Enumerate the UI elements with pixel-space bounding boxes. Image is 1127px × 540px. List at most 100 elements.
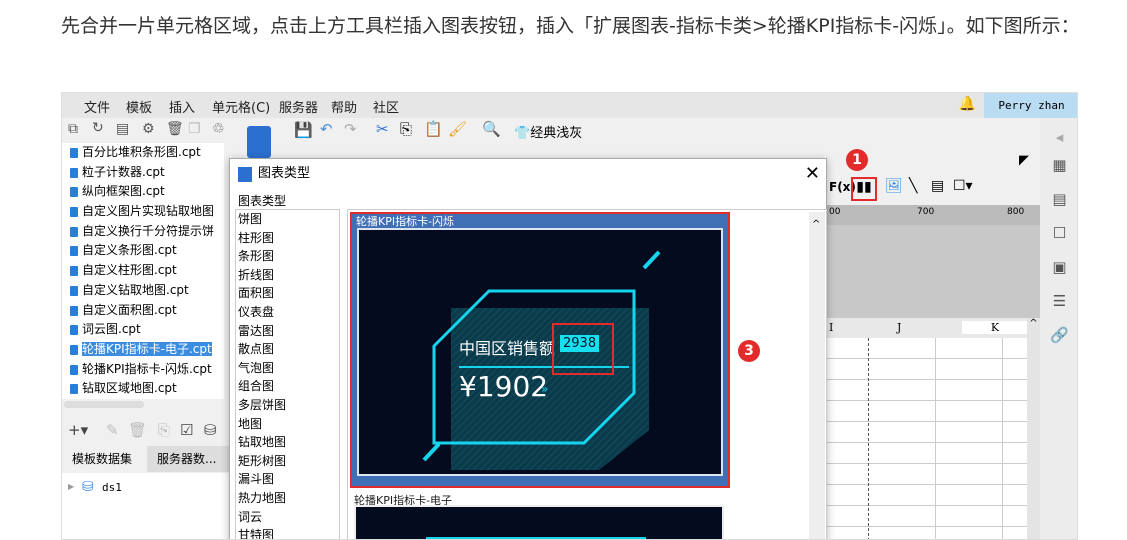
paste-icon[interactable]: 📋 [424,120,443,138]
column-label[interactable]: I [829,321,833,334]
insert-chart-button[interactable]: ▮▮ [851,177,877,201]
theme-button[interactable]: 👕经典浅灰 [514,122,582,141]
chart-type-item[interactable]: 矩形树图 [236,452,339,471]
chart-type-item[interactable]: 多层饼图 [236,396,339,415]
file-item[interactable]: 粒子计数器.cpt [62,163,224,183]
file-item[interactable]: 轮播KPI指标卡-闪烁.cpt [62,360,224,380]
user-name[interactable]: Perry zhan [984,93,1077,118]
file-item[interactable]: 自定义柱形图.cpt [62,261,224,281]
menu-insert[interactable]: 插入 [169,97,195,116]
edit-icon[interactable]: ✎ [106,421,119,439]
close-icon[interactable]: ✕ [805,159,820,189]
card-caption: 轮播KPI指标卡-闪烁 [356,215,455,228]
chart-type-item[interactable]: 雷达图 [236,322,339,341]
menu-help[interactable]: 帮助 [331,97,357,116]
menu-cell[interactable]: 单元格(C) [212,97,270,116]
format-brush-icon[interactable]: 🖌 [448,120,467,138]
expand-arrow-icon[interactable]: ▶ [68,482,74,491]
chart-type-item[interactable]: 气泡图 [236,359,339,378]
copy-icon[interactable]: ⎘ [400,120,412,138]
chart-type-item[interactable]: 面积图 [236,284,339,303]
edit-dataset-icon[interactable]: ☑ [180,421,193,439]
file-item[interactable]: 自定义面积图.cpt [62,301,224,321]
dataset-item[interactable]: ds1 [102,481,122,494]
chart-type-item[interactable]: 仪表盘 [236,303,339,322]
image-icon[interactable]: 🖼 [885,178,903,194]
file-icon [70,305,78,316]
preview-scrollbar[interactable]: ^ [809,212,825,539]
chart-type-item[interactable]: 条形图 [236,247,339,266]
file-item[interactable]: 自定义钻取地图.cpt [62,281,224,301]
cell-attr-icon[interactable]: ▦ [1040,156,1077,174]
template-preview-icon[interactable] [247,126,271,158]
main-toolbar: 💾 ↶ ↷ ✂ ⎘ 📋 🖌 🔍 👕经典浅灰 [232,118,1040,146]
chart-type-item[interactable]: 漏斗图 [236,470,339,489]
file-item[interactable]: 自定义换行千分符提示饼 [62,222,224,242]
file-icon [70,167,78,178]
chart-card[interactable] [354,505,724,539]
file-item[interactable]: 百分比堆积条形图.cpt [62,143,224,163]
chart-type-item[interactable]: 散点图 [236,340,339,359]
chart-type-item[interactable]: 组合图 [236,377,339,396]
menu-server[interactable]: 服务器 [279,97,318,116]
refresh-icon[interactable]: ↻ [92,120,104,136]
subreport-icon[interactable]: ▤ [931,178,944,194]
collapse-left-icon[interactable]: ◂ [1040,128,1077,146]
column-header: I J K [827,318,1028,338]
settings-icon[interactable]: ⚙ [142,121,155,137]
chart-type-item[interactable]: 折线图 [236,266,339,285]
undo-icon[interactable]: ↶ [320,120,333,138]
dropdown-box-icon[interactable]: ▣ [1040,258,1077,276]
file-item[interactable]: 自定义图片实现钻取地图 [62,202,224,222]
add-dataset-icon[interactable]: +▾ [68,421,88,439]
horizontal-scrollbar[interactable] [64,401,144,408]
border-dropdown-icon[interactable]: ☐▾ [953,178,973,194]
tab-template-dataset[interactable]: 模板数据集 [62,446,147,472]
cell-rows[interactable] [827,338,1027,539]
menu-file[interactable]: 文件 [84,97,110,116]
redo-icon[interactable]: ↷ [344,120,357,138]
chart-type-item[interactable]: 地图 [236,415,339,434]
link-icon[interactable]: 🔗 [1040,326,1077,344]
text-search-icon[interactable]: 🔍 [482,120,501,138]
chart-type-item[interactable]: 热力地图 [236,489,339,508]
delete-icon[interactable]: 🗑 [128,421,147,439]
menu-community[interactable]: 社区 [373,97,399,116]
vertical-scrollbar[interactable]: ^ [1027,318,1040,539]
collapse-icon[interactable]: ◤ [1019,153,1029,168]
chart-type-item[interactable]: 柱形图 [236,229,339,248]
file-item[interactable]: 纵向框架图.cpt [62,182,224,202]
frame-icon[interactable]: ☐ [1040,224,1077,242]
tab-server-dataset[interactable]: 服务器数... [147,446,230,472]
column-label[interactable]: K [962,321,1028,334]
chart-type-item[interactable]: 甘特图 [236,526,339,539]
recycle-icon[interactable]: ♲ [212,121,225,137]
chart-type-dialog: 图表类型 ✕ 图表类型 饼图 柱形图 条形图 折线图 面积图 仪表盘 雷达图 散… [229,158,828,539]
column-label[interactable]: J [897,321,901,334]
file-icon [70,384,78,395]
chart-type-item[interactable]: 饼图 [236,210,339,229]
document-icon[interactable]: ▤ [116,121,129,137]
slash-icon[interactable]: ╲ [909,178,917,194]
copy-icon[interactable]: ❐ [188,121,201,137]
designer-screenshot: 文件 模板 插入 单元格(C) 服务器 帮助 社区 🔔 Perry zhan ⧉… [61,92,1078,540]
file-item-selected[interactable]: 轮播KPI指标卡-电子.cpt [62,340,224,360]
bell-icon[interactable]: 🔔 [959,96,976,112]
dialog-title: 图表类型 [258,166,311,181]
file-item[interactable]: 自定义条形图.cpt [62,241,224,261]
delete-icon[interactable]: 🗑 [166,121,184,137]
chart-type-item[interactable]: 钻取地图 [236,433,339,452]
file-item[interactable]: 词云图.cpt [62,320,224,340]
chart-card-selected[interactable]: 轮播KPI指标卡-闪烁 中国区销售额 2938 ¥1902 » [350,212,730,488]
widget-settings-icon[interactable]: ▤ [1040,190,1077,208]
preview-icon[interactable]: ⎘ [158,421,170,439]
layout-icon[interactable]: ☰ [1040,292,1077,310]
dialog-title-bar: 图表类型 ✕ [230,159,828,189]
chart-type-item[interactable]: 词云 [236,508,339,527]
new-folder-icon[interactable]: ⧉ [68,121,78,137]
cut-icon[interactable]: ✂ [376,120,389,138]
file-item[interactable]: 钻取区域地图.cpt [62,379,224,399]
save-icon[interactable]: 💾 [294,121,313,139]
menu-template[interactable]: 模板 [126,97,152,116]
database-icon[interactable]: ⛁ [204,421,217,439]
